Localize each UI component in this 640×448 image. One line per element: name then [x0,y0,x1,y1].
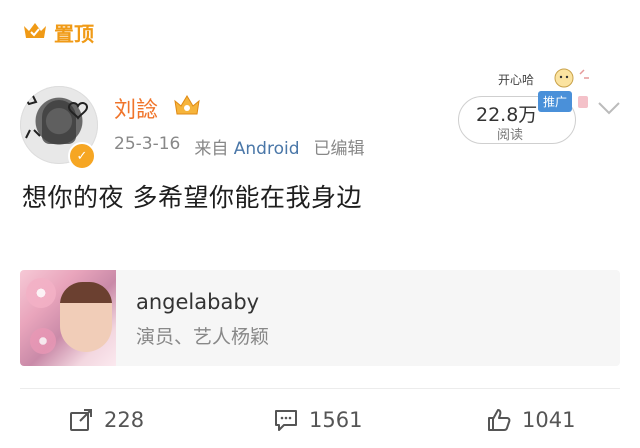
post-date: 25-3-16 [114,134,181,154]
like-button[interactable]: 1041 [486,402,575,438]
edited-label[interactable]: 已编辑 [314,134,365,159]
post-text: 想你的夜 多希望你能在我身边 [22,183,362,212]
sticker-text: 开心哈 [498,73,534,87]
promo-tag: 推广 [538,91,573,112]
card-thumbnail [20,270,116,366]
repost-icon [70,409,92,431]
source-name: Android [233,139,300,159]
comment-count: 1561 [309,408,363,432]
post-source: 来自 Android [194,134,299,159]
read-label: 阅读 [497,128,524,143]
author-name[interactable]: 刘諗 [114,92,158,124]
post-meta: 25-3-16 来自 Android 已编辑 [114,134,365,159]
portrait-photo [60,282,112,352]
flower-decoration [26,278,56,308]
source-prefix: 来自 [194,139,229,159]
pinned-label: 置顶 [54,21,94,46]
repost-button[interactable]: 228 [68,402,144,438]
chevron-down-icon[interactable] [596,98,622,118]
comment-icon [275,410,297,431]
vip-crown-icon [174,95,200,115]
crown-icon [24,23,46,38]
flower-decoration [30,328,56,354]
card-title[interactable]: angelababy [136,290,259,314]
card-subtitle: 演员、艺人杨颖 [136,326,270,348]
like-count: 1041 [522,408,576,432]
divider [20,388,620,389]
pinned-indicator: 置顶 [22,14,94,50]
like-icon [488,409,511,431]
repost-count: 228 [104,408,145,432]
verified-icon: ✓ [68,142,96,170]
comment-button[interactable]: 1561 [273,402,362,438]
